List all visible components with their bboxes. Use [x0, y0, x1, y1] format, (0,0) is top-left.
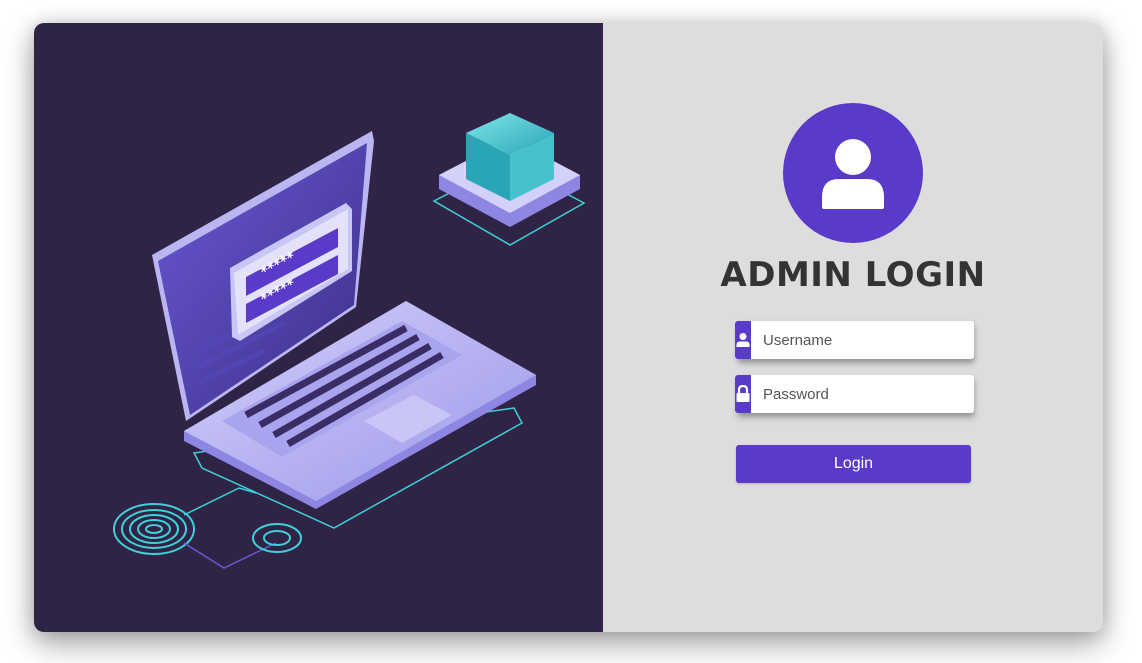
login-card: ***** ***** ADMIN LOGIN Username Login: [34, 23, 1103, 632]
illustration-panel: ***** *****: [34, 23, 603, 632]
user-avatar-icon: [783, 103, 923, 243]
circuit-line-1: [183, 487, 257, 516]
user-icon: [735, 321, 751, 359]
password-field: [735, 375, 974, 413]
lock-icon: [735, 375, 751, 413]
login-panel: ADMIN LOGIN Login: [603, 23, 1103, 632]
login-button[interactable]: Login: [736, 445, 971, 483]
fingerprint-icon: [113, 503, 195, 555]
username-input[interactable]: [751, 321, 974, 359]
password-input[interactable]: [751, 375, 974, 413]
laptop-security-illustration: ***** *****: [113, 113, 586, 569]
target-ring-icon: [252, 523, 302, 553]
circuit-line-2: [183, 542, 277, 569]
username-field: [735, 321, 974, 359]
page-title: ADMIN LOGIN: [720, 255, 986, 295]
